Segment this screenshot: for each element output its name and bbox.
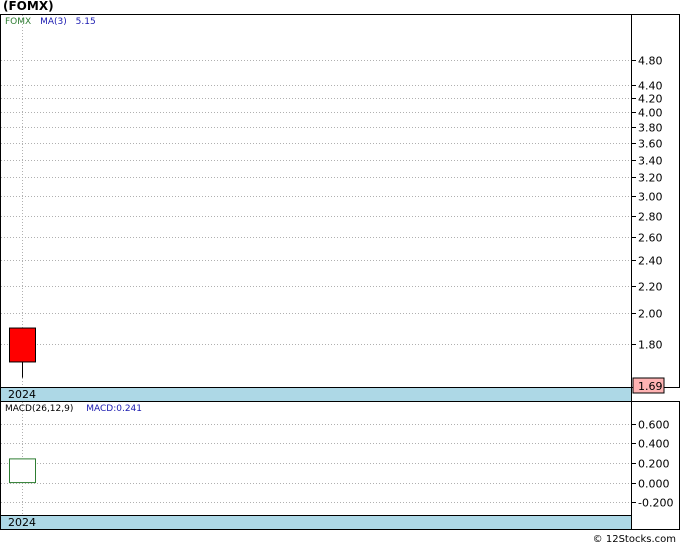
- legend-ma-value: 5.15: [76, 17, 96, 27]
- legend-macd-value: MACD:0.241: [86, 404, 142, 414]
- price-year-label: 2024: [8, 388, 36, 401]
- macd-tick-label: 0.400: [638, 438, 670, 451]
- price-tick-label: 2.00: [638, 308, 663, 321]
- candle-body: [9, 327, 36, 363]
- macd-bar: [9, 458, 36, 484]
- price-tick-label: 4.20: [638, 93, 663, 106]
- price-tick-label: 3.40: [638, 155, 663, 168]
- last-value-label: 1.69: [638, 380, 663, 393]
- price-tick-label: 2.80: [638, 211, 663, 224]
- macd-tick-label: 0.200: [638, 458, 670, 471]
- macd-bars: [9, 458, 36, 484]
- price-tick-label: 2.60: [638, 232, 663, 245]
- price-date-bar: [0, 387, 632, 402]
- macd-tick-label: 0.600: [638, 419, 670, 432]
- macd-date-bar: [0, 515, 632, 530]
- legend-price: FOMX MA(3) 5.15: [5, 17, 96, 27]
- price-tick-label: 3.80: [638, 122, 663, 135]
- price-tick-label: 4.00: [638, 107, 663, 120]
- price-panel: [0, 14, 680, 388]
- credit-label: © 12Stocks.com: [593, 534, 676, 545]
- price-tick-label: 3.20: [638, 172, 663, 185]
- price-tick-label: 2.40: [638, 255, 663, 268]
- legend-symbol: FOMX: [5, 17, 31, 27]
- legend-ma-label: MA(3): [40, 17, 67, 27]
- price-tick-label: 1.80: [638, 339, 663, 352]
- price-tick-label: 4.40: [638, 80, 663, 93]
- price-tick-label: 3.60: [638, 138, 663, 151]
- price-tick-label: 3.00: [638, 191, 663, 204]
- legend-macd-params: MACD(26,12,9): [5, 404, 73, 414]
- stock-chart: (FOMX) 1.80 2.00 2.20 2.40 2.60 2.80 3.00 3.20 3…: [0, 0, 680, 545]
- macd-year-label: 2024: [8, 516, 36, 529]
- price-tick-label: 2.20: [638, 281, 663, 294]
- macd-tick-label: -0.200: [638, 497, 673, 510]
- legend-macd: MACD(26,12,9) MACD:0.241: [5, 404, 142, 414]
- macd-panel: [0, 401, 680, 530]
- chart-title: (FOMX): [3, 0, 54, 13]
- price-tick-label: 4.80: [638, 55, 663, 68]
- macd-tick-label: 0.000: [638, 478, 670, 491]
